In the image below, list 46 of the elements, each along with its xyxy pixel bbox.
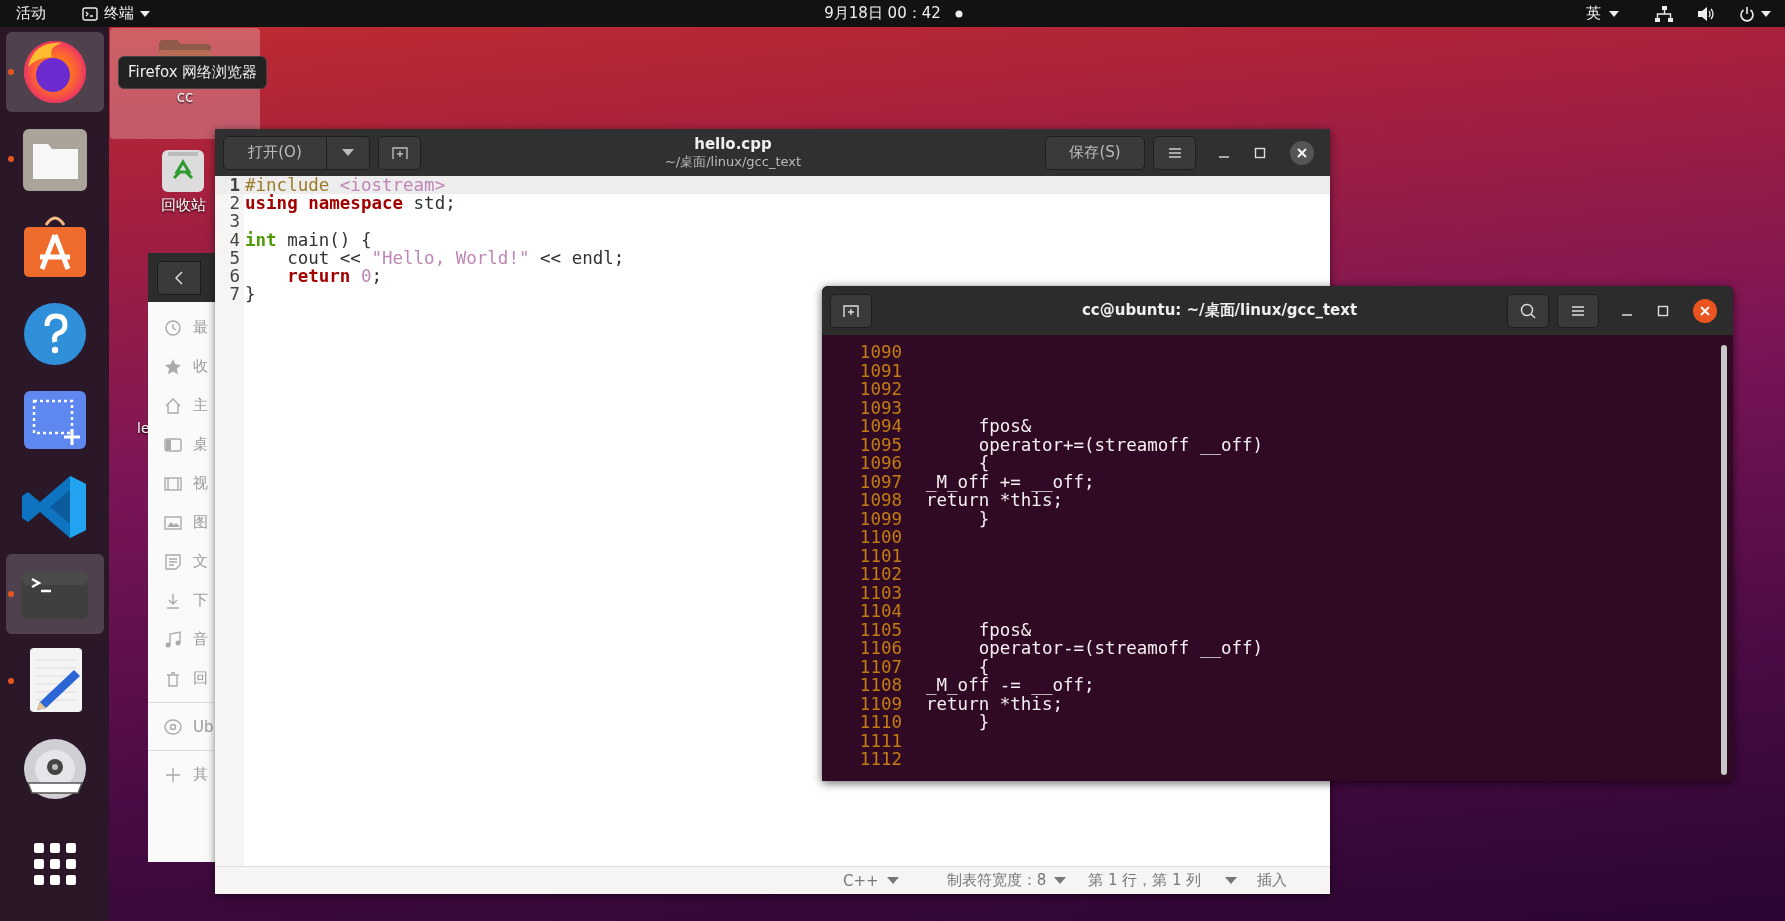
line-number: 1099 (858, 509, 902, 528)
tooltip: Firefox 网络浏览器 (118, 56, 268, 89)
code-line: cout << "Hello, World!" << endl; (286, 248, 625, 267)
code-line: return 0; (286, 267, 382, 286)
line-number: 1102 (858, 565, 902, 584)
line-number: 1108 (858, 676, 902, 695)
terminal-text: } (977, 713, 990, 732)
line-number: 1104 (858, 602, 902, 621)
terminal-text: _M_off += __off; (925, 472, 1095, 491)
line-number: 1109 (858, 694, 902, 713)
line-number: 1091 (858, 361, 902, 380)
terminal-text: fpos& (977, 417, 1032, 436)
line-number: 1110 (858, 713, 902, 732)
code-line: int main() { (244, 230, 372, 249)
terminal-text: return *this; (925, 491, 1063, 510)
terminal-text: return *this; (925, 694, 1063, 713)
window-title: hello.cpp (694, 134, 772, 153)
terminal-text: operator-=(streamoff __off) (977, 639, 1264, 658)
line-number: 1092 (858, 380, 902, 399)
line-number: 1106 (858, 639, 902, 658)
terminal-text: _M_off -= __off; (925, 676, 1095, 695)
line-number: 1095 (858, 435, 902, 454)
line-number: 1098 (858, 491, 902, 510)
line-number: 1111 (858, 731, 902, 750)
line-number: 1096 (858, 454, 902, 473)
code-line: } (244, 285, 256, 304)
line-number: 1112 (858, 750, 902, 769)
line-number: 1107 (858, 657, 902, 676)
line-number: 1105 (858, 620, 902, 639)
line-number: 1094 (858, 417, 902, 436)
terminal-text: { (977, 657, 990, 676)
terminal-text: { (977, 454, 990, 473)
terminal-text: } (977, 509, 990, 528)
terminal-text: fpos& (977, 620, 1032, 639)
code-line: #include <iostream> (244, 176, 446, 195)
line-number: 1093 (858, 398, 902, 417)
window-title: cc@ubuntu: ~/桌面/linux/gcc_text (1080, 301, 1359, 320)
insert-mode-label: 插入 (1257, 871, 1288, 890)
window-subtitle: ~/桌面/linux/gcc_text (664, 152, 802, 171)
line-number: 1097 (858, 472, 902, 491)
line-number: 1103 (858, 583, 902, 602)
terminal-text: operator+=(streamoff __off) (977, 435, 1264, 454)
line-number: 1090 (858, 343, 902, 362)
line-number: 1101 (858, 546, 902, 565)
code-line: using namespace std; (244, 194, 456, 213)
line-number: 1100 (858, 528, 902, 547)
